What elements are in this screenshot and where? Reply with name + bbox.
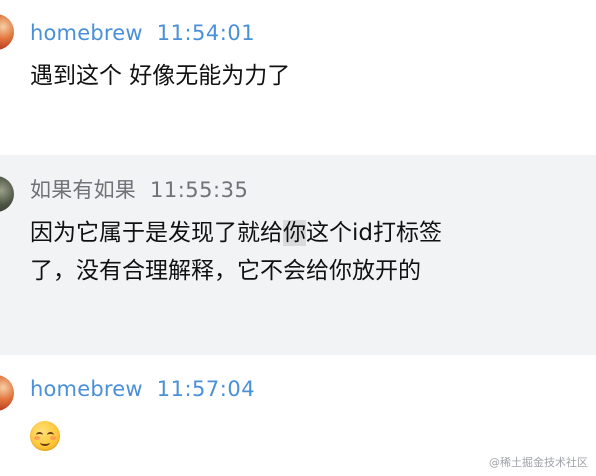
avatar[interactable] bbox=[0, 14, 14, 50]
avatar[interactable] bbox=[0, 176, 14, 212]
chat-message: homebrew 11:54:01 遇到这个 好像无能为力了 bbox=[0, 0, 596, 155]
chat-message-list: homebrew 11:54:01 遇到这个 好像无能为力了 如果有如果 11:55… bbox=[0, 0, 596, 476]
relieved-face-emoji-icon bbox=[30, 421, 60, 451]
message-header: 如果有如果 11:55:35 bbox=[30, 176, 248, 204]
sender-name[interactable]: 如果有如果 bbox=[30, 178, 136, 202]
message-text-part: 因为它属于是发现了就给 bbox=[30, 220, 283, 246]
message-time: 11:57:04 bbox=[156, 377, 256, 401]
text-selection-highlight: 你 bbox=[283, 220, 306, 246]
message-text: 因为它属于是发现了就给你这个id打标签 了，没有合理解释，它不会给你放开的 bbox=[30, 214, 550, 290]
avatar[interactable] bbox=[0, 375, 14, 411]
message-header: homebrew 11:57:04 bbox=[30, 375, 255, 403]
message-time: 11:55:35 bbox=[150, 178, 249, 202]
sender-name[interactable]: homebrew bbox=[30, 377, 143, 401]
chat-message: 如果有如果 11:55:35 因为它属于是发现了就给你这个id打标签 了，没有合理… bbox=[0, 155, 596, 355]
message-text: 遇到这个 好像无能为力了 bbox=[30, 63, 291, 89]
message-header: homebrew 11:54:01 bbox=[30, 19, 255, 47]
message-time: 11:54:01 bbox=[156, 21, 256, 45]
watermark: @稀土掘金技术社区 bbox=[489, 456, 588, 469]
sender-name[interactable]: homebrew bbox=[30, 21, 143, 45]
